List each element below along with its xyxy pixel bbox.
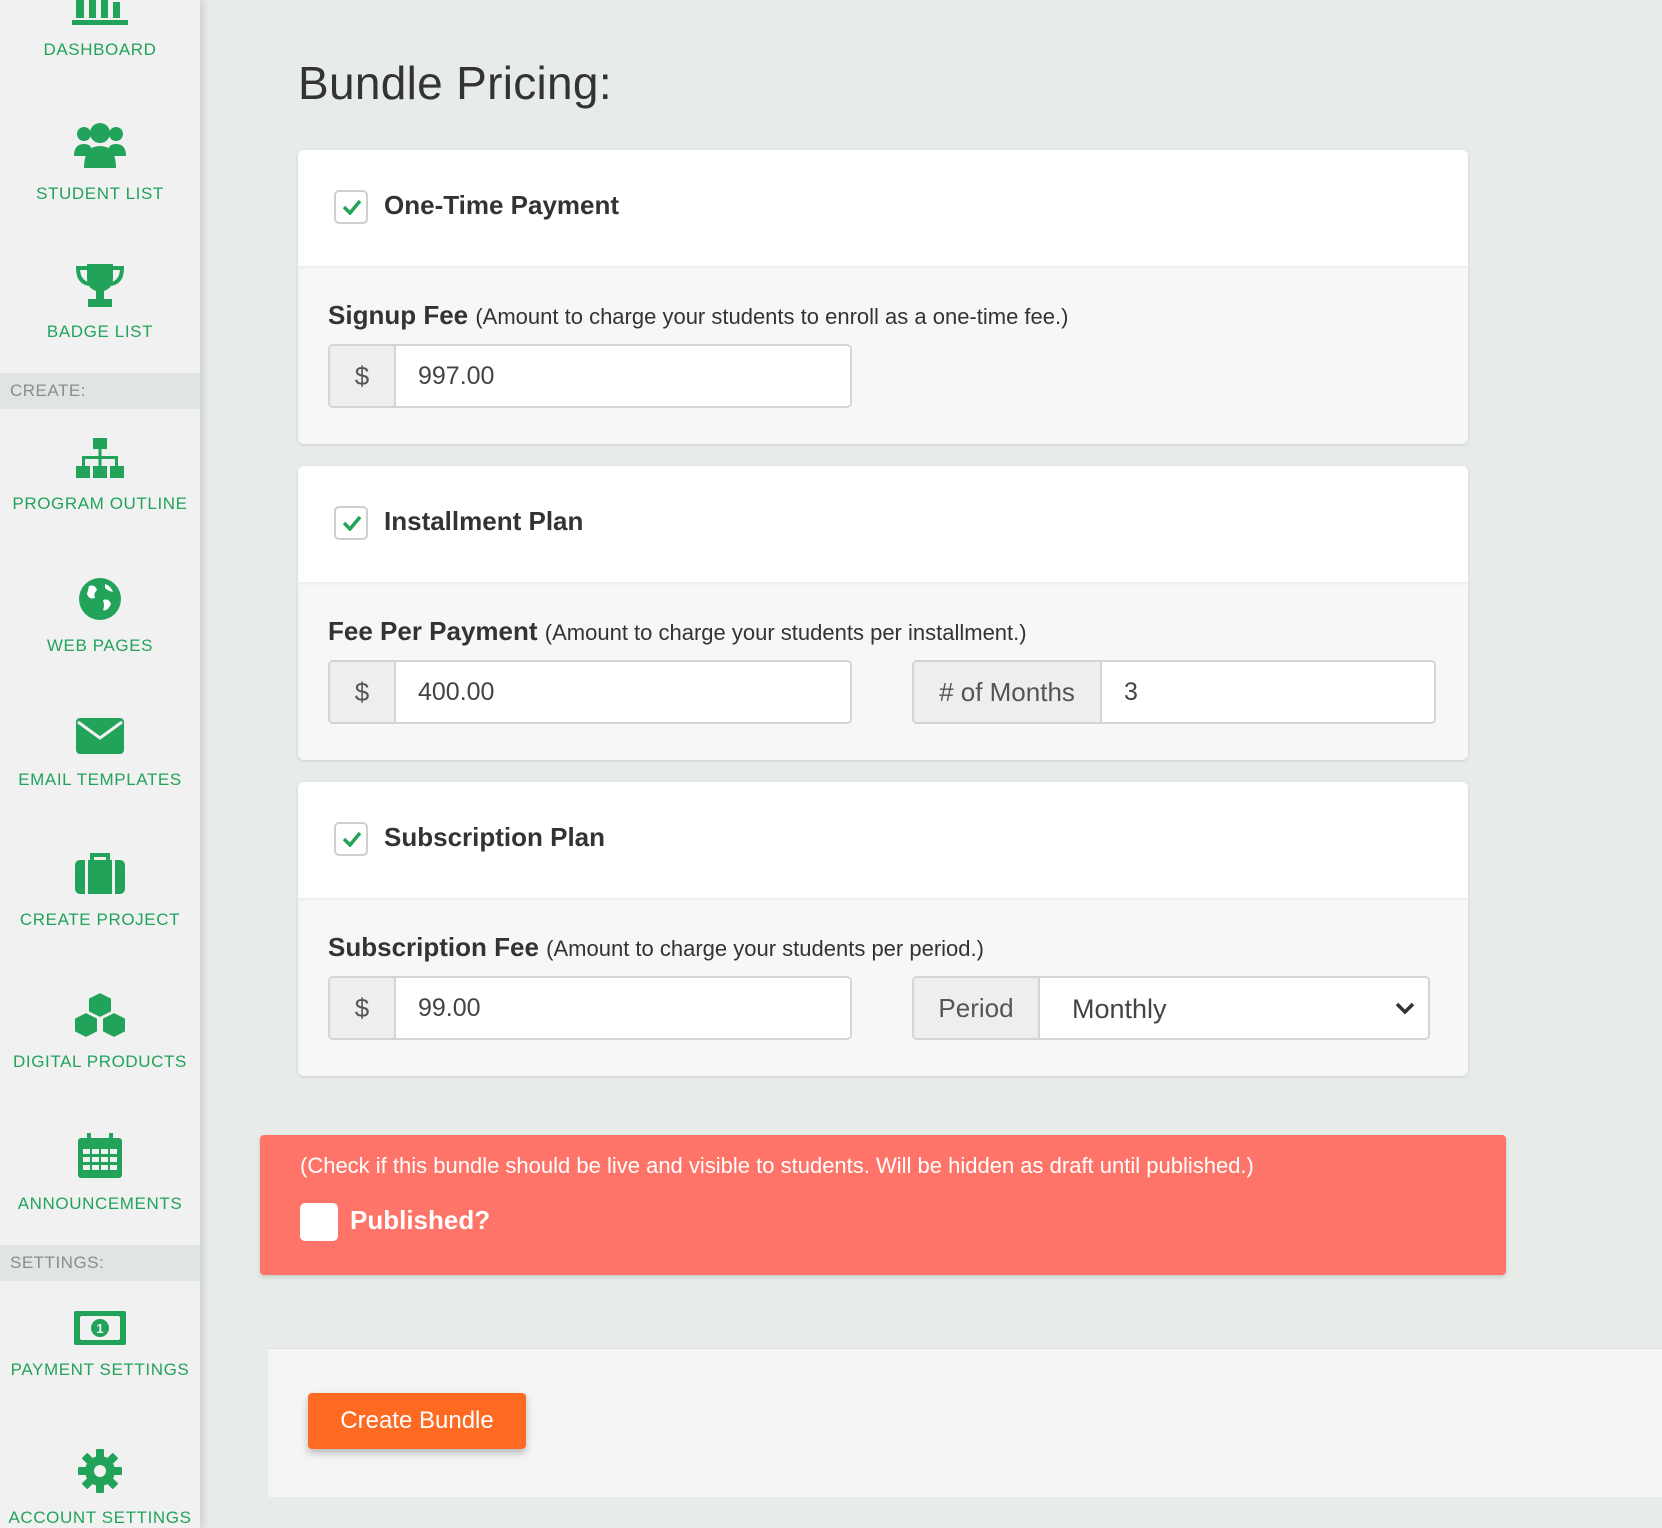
field-label-text: Signup Fee (328, 300, 469, 330)
signup-fee-input[interactable] (396, 346, 850, 406)
months-input[interactable] (1102, 662, 1434, 722)
period-select-value: Monthly (1072, 994, 1167, 1024)
fee-per-payment-label: Fee Per Payment (Amount to charge your s… (328, 616, 1027, 647)
months-addon: # of Months (914, 662, 1102, 722)
chevron-down-icon (1395, 1002, 1415, 1015)
sidebar-item-label: ANNOUNCEMENTS (17, 1194, 183, 1213)
sidebar-item-account-settings[interactable]: ACCOUNT SETTINGS (0, 1448, 200, 1528)
sidebar-item-label: WEB PAGES (46, 636, 154, 655)
sidebar-item-label: ACCOUNT SETTINGS (8, 1508, 192, 1527)
cubes-icon (73, 990, 127, 1038)
check-icon (342, 199, 362, 215)
publish-alert: (Check if this bundle should be live and… (260, 1135, 1506, 1275)
create-bundle-button[interactable]: Create Bundle (308, 1393, 526, 1449)
months-input-group: # of Months (912, 660, 1436, 724)
field-hint: (Amount to charge your students to enrol… (475, 304, 1069, 329)
currency-addon: $ (330, 978, 396, 1038)
subscription-fee-input[interactable] (396, 978, 850, 1038)
panel-title: Installment Plan (384, 506, 584, 536)
sidebar: DASHBOARD STUDENT LIST BADGE LIST CREATE… (0, 0, 200, 1528)
sidebar-item-student-list[interactable]: STUDENT LIST (0, 120, 200, 204)
sidebar-item-label: PAYMENT SETTINGS (10, 1360, 190, 1379)
check-icon (342, 515, 362, 531)
currency-addon: $ (330, 662, 396, 722)
period-input-group: Period Monthly (912, 976, 1430, 1040)
sidebar-item-label: PROGRAM OUTLINE (12, 494, 188, 513)
publish-hint: (Check if this bundle should be live and… (300, 1153, 1254, 1178)
sidebar-item-badge-list[interactable]: BADGE LIST (0, 262, 200, 342)
panel-header: Subscription Plan (298, 782, 1468, 898)
sidebar-item-email-templates[interactable]: EMAIL TEMPLATES (0, 716, 200, 790)
period-select[interactable]: Monthly (1040, 978, 1428, 1038)
subscription-fee-label: Subscription Fee (Amount to charge your … (328, 932, 984, 963)
published-label[interactable]: Published? (350, 1205, 490, 1236)
one-time-payment-checkbox[interactable] (334, 190, 368, 224)
sidebar-item-digital-products[interactable]: DIGITAL PRODUCTS (0, 990, 200, 1072)
panel-title: Subscription Plan (384, 822, 606, 852)
signup-fee-input-group: $ (328, 344, 852, 408)
sidebar-item-label: DIGITAL PRODUCTS (13, 1052, 187, 1071)
field-hint: (Amount to charge your students per peri… (546, 936, 984, 961)
sidebar-item-create-project[interactable]: CREATE PROJECT (0, 852, 200, 930)
sidebar-item-label: CREATE PROJECT (19, 910, 181, 929)
installment-plan-panel: Installment Plan Fee Per Payment (Amount… (298, 466, 1468, 760)
subscription-plan-checkbox[interactable] (334, 822, 368, 856)
section-header-create: CREATE: (0, 373, 200, 409)
envelope-icon (76, 718, 124, 754)
sitemap-icon (76, 438, 124, 478)
panel-title: One-Time Payment (384, 190, 620, 220)
check-icon (342, 831, 362, 847)
signup-fee-label: Signup Fee (Amount to charge your studen… (328, 300, 1068, 331)
fee-per-payment-input[interactable] (396, 662, 850, 722)
section-header-settings: SETTINGS: (0, 1245, 200, 1281)
sidebar-item-payment-settings[interactable]: 1 PAYMENT SETTINGS (0, 1310, 200, 1380)
field-label-text: Fee Per Payment (328, 616, 538, 646)
svg-text:1: 1 (96, 1321, 103, 1336)
sidebar-item-label: BADGE LIST (46, 322, 154, 341)
sidebar-item-label: DASHBOARD (43, 40, 157, 59)
sidebar-item-dashboard[interactable]: DASHBOARD (0, 0, 200, 60)
sidebar-item-web-pages[interactable]: WEB PAGES (0, 576, 200, 656)
subscription-plan-panel: Subscription Plan Subscription Fee (Amou… (298, 782, 1468, 1076)
field-hint: (Amount to charge your students per inst… (544, 620, 1027, 645)
field-label-text: Subscription Fee (328, 932, 539, 962)
sidebar-item-label: EMAIL TEMPLATES (18, 770, 182, 789)
sidebar-item-announcements[interactable]: ANNOUNCEMENTS (0, 1132, 200, 1214)
panel-header: Installment Plan (298, 466, 1468, 582)
briefcase-icon (75, 853, 125, 894)
currency-addon: $ (330, 346, 396, 406)
one-time-payment-panel: One-Time Payment Signup Fee (Amount to c… (298, 150, 1468, 444)
sidebar-item-program-outline[interactable]: PROGRAM OUTLINE (0, 438, 200, 514)
form-footer: Create Bundle (268, 1348, 1662, 1497)
fee-per-payment-input-group: $ (328, 660, 852, 724)
globe-icon (79, 578, 121, 620)
users-icon (74, 123, 126, 168)
panel-header: One-Time Payment (298, 150, 1468, 266)
trophy-icon (75, 264, 125, 307)
published-checkbox[interactable] (300, 1203, 338, 1241)
installment-plan-checkbox[interactable] (334, 506, 368, 540)
gear-icon (78, 1449, 122, 1493)
sidebar-item-label: STUDENT LIST (36, 184, 164, 203)
subscription-fee-input-group: $ (328, 976, 852, 1040)
period-addon: Period (914, 978, 1040, 1038)
bar-chart-icon (72, 0, 128, 25)
calendar-icon (78, 1133, 122, 1178)
money-icon: 1 (74, 1311, 126, 1345)
page-title: Bundle Pricing: (298, 57, 612, 109)
